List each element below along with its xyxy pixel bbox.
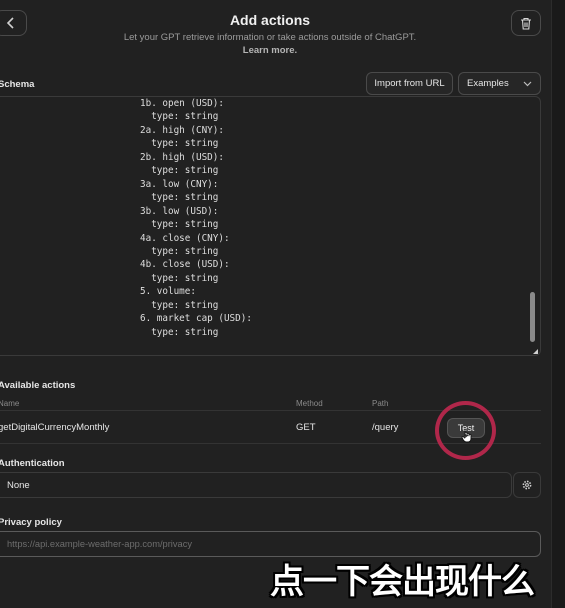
import-from-url-button[interactable]: Import from URL <box>366 72 453 95</box>
resize-handle[interactable] <box>533 349 538 354</box>
schema-line: type: string <box>140 111 219 123</box>
authentication-settings-button[interactable] <box>513 472 541 498</box>
schema-line: 2a. high (CNY): <box>140 124 224 136</box>
schema-line: type: string <box>140 326 219 338</box>
authentication-field[interactable]: None <box>0 472 512 498</box>
column-header-method: Method <box>296 399 323 408</box>
available-actions-label: Available actions <box>0 380 76 391</box>
column-header-path: Path <box>372 399 389 408</box>
examples-label: Examples <box>467 78 509 89</box>
schema-line: 2b. high (USD): <box>140 151 224 163</box>
schema-line: type: string <box>140 272 219 284</box>
privacy-policy-input[interactable] <box>0 531 541 557</box>
schema-line: 4a. close (CNY): <box>140 232 230 244</box>
schema-line: 3a. low (CNY): <box>140 178 219 190</box>
schema-code: 1b. open (USD): type: string 2a. high (CN… <box>140 97 252 339</box>
pointer-cursor-icon <box>461 430 472 443</box>
schema-line: type: string <box>140 299 219 311</box>
schema-line: 5. volume: <box>140 286 196 298</box>
schema-line: 3b. low (USD): <box>140 205 219 217</box>
column-header-name: Name <box>0 399 20 408</box>
schema-line: type: string <box>140 165 219 177</box>
schema-line: type: string <box>140 219 219 231</box>
schema-label: Schema <box>0 79 35 90</box>
gear-icon <box>522 480 532 490</box>
page-title: Add actions <box>229 12 311 28</box>
learn-more-link[interactable]: Learn more. <box>0 45 540 56</box>
schema-line: 4b. close (USD): <box>140 259 230 271</box>
authentication-label: Authentication <box>0 458 65 469</box>
schema-line: type: string <box>140 192 219 204</box>
schema-line: 6. market cap (USD): <box>140 313 252 325</box>
authentication-value: None <box>7 479 30 491</box>
chevron-down-icon <box>523 81 532 86</box>
schema-editor[interactable]: 1b. open (USD): type: string 2a. high (CN… <box>0 96 541 356</box>
action-method: GET <box>296 422 316 433</box>
schema-line: 1b. open (USD): <box>140 98 224 109</box>
delete-button[interactable] <box>511 10 541 36</box>
privacy-policy-label: Privacy policy <box>0 517 62 528</box>
page-subtitle: Let your GPT retrieve information or tak… <box>123 32 417 43</box>
schema-line: type: string <box>140 138 219 150</box>
video-caption: 点一下会出现什么 <box>270 562 535 602</box>
schema-line: type: string <box>140 245 219 257</box>
schema-scrollbar[interactable] <box>530 292 535 342</box>
right-edge-panel <box>551 0 565 608</box>
trash-icon <box>521 17 531 30</box>
action-name: getDigitalCurrencyMonthly <box>0 422 110 433</box>
examples-dropdown[interactable]: Examples <box>458 72 541 95</box>
action-path: /query <box>372 422 399 433</box>
